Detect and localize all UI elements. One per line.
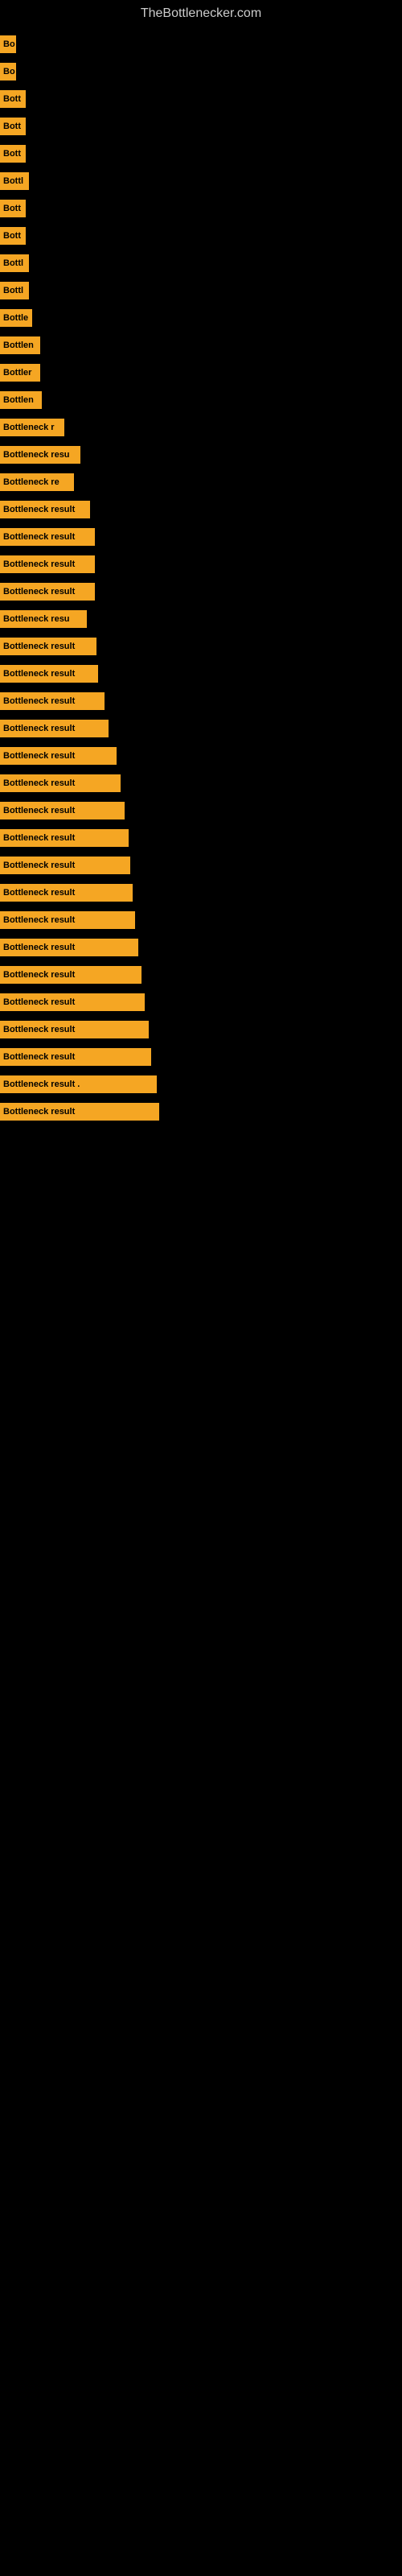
bar-label: Bottleneck result — [0, 802, 125, 819]
bar-label: Bottleneck r — [0, 419, 64, 436]
bar-row: Bottleneck r — [0, 414, 402, 441]
bar-row: Bottleneck result — [0, 523, 402, 551]
bar-label: Bottleneck result — [0, 857, 130, 874]
bar-label: Bottleneck result — [0, 939, 138, 956]
bar-label: Bottler — [0, 364, 40, 382]
bar-row: Bottler — [0, 359, 402, 386]
bar-row: Bottleneck re — [0, 469, 402, 496]
bar-row: Bottleneck result — [0, 906, 402, 934]
bar-label: Bottleneck result — [0, 829, 129, 847]
bar-label: Bott — [0, 145, 26, 163]
bar-label: Bottleneck result — [0, 1103, 159, 1121]
bar-label: Bottlen — [0, 336, 40, 354]
bar-row: Bottleneck result — [0, 551, 402, 578]
bar-row: Bottleneck result — [0, 797, 402, 824]
bar-label: Bottleneck result — [0, 993, 145, 1011]
bar-row: Bottl — [0, 250, 402, 277]
bar-row: Bottleneck result — [0, 715, 402, 742]
bar-label: Bo — [0, 35, 16, 53]
bar-row: Bottleneck result — [0, 961, 402, 989]
bar-row: Bottleneck result — [0, 989, 402, 1016]
bar-label: Bottleneck result — [0, 555, 95, 573]
bar-row: Bott — [0, 140, 402, 167]
bar-label: Bottleneck result — [0, 638, 96, 655]
bar-label: Bottleneck result — [0, 966, 142, 984]
bar-label: Bottleneck resu — [0, 446, 80, 464]
bar-label: Bottleneck result — [0, 692, 105, 710]
bar-row: Bott — [0, 113, 402, 140]
bar-row: Bottle — [0, 304, 402, 332]
bar-row: Bottleneck result — [0, 633, 402, 660]
bar-row: Bottleneck result — [0, 742, 402, 770]
bar-row: Bottl — [0, 277, 402, 304]
bar-row: Bottleneck result — [0, 1016, 402, 1043]
bar-label: Bottleneck result — [0, 665, 98, 683]
bar-label: Bottleneck result — [0, 911, 135, 929]
bar-label: Bottleneck result — [0, 720, 109, 737]
bar-label: Bott — [0, 200, 26, 217]
bar-label: Bottleneck result — [0, 528, 95, 546]
bar-row: Bottleneck result — [0, 1043, 402, 1071]
bar-label: Bottleneck resu — [0, 610, 87, 628]
bar-row: Bottleneck result — [0, 879, 402, 906]
bar-label: Bottleneck re — [0, 473, 74, 491]
bar-label: Bott — [0, 118, 26, 135]
bar-row: Bottleneck result — [0, 1098, 402, 1125]
bar-label: Bott — [0, 227, 26, 245]
bar-label: Bottleneck result — [0, 747, 117, 765]
bar-label: Bottleneck result — [0, 583, 95, 601]
bar-label: Bottleneck result — [0, 1021, 149, 1038]
bar-row: Bottleneck result . — [0, 1071, 402, 1098]
bar-row: Bottlen — [0, 332, 402, 359]
bar-row: Bottleneck result — [0, 578, 402, 605]
bar-label: Bottl — [0, 172, 29, 190]
bar-label: Bottle — [0, 309, 32, 327]
bar-label: Bottleneck result . — [0, 1075, 157, 1093]
bar-label: Bottl — [0, 254, 29, 272]
bar-label: Bottleneck result — [0, 774, 121, 792]
bar-label: Bottleneck result — [0, 1048, 151, 1066]
bar-label: Bottleneck result — [0, 884, 133, 902]
bar-row: Bott — [0, 222, 402, 250]
bar-label: Bo — [0, 63, 16, 80]
bar-row: Bottleneck result — [0, 687, 402, 715]
bar-label: Bott — [0, 90, 26, 108]
bar-label: Bottleneck result — [0, 501, 90, 518]
bar-row: Bottleneck result — [0, 824, 402, 852]
bar-row: Bottleneck result — [0, 496, 402, 523]
bar-row: Bottlen — [0, 386, 402, 414]
bar-row: Bottleneck result — [0, 852, 402, 879]
bar-row: Bo — [0, 58, 402, 85]
bar-label: Bottlen — [0, 391, 42, 409]
bar-row: Bottleneck result — [0, 934, 402, 961]
bar-row: Bo — [0, 31, 402, 58]
bar-row: Bott — [0, 195, 402, 222]
bar-row: Bott — [0, 85, 402, 113]
site-title: TheBottlenecker.com — [0, 0, 402, 31]
bars-container: Bo Bo Bott Bott Bott Bottl Bott Bott Bottl Bottl B… — [0, 31, 402, 1125]
bar-row: Bottl — [0, 167, 402, 195]
bar-row: Bottleneck resu — [0, 441, 402, 469]
bar-row: Bottleneck result — [0, 660, 402, 687]
bar-label: Bottl — [0, 282, 29, 299]
bar-row: Bottleneck resu — [0, 605, 402, 633]
bar-row: Bottleneck result — [0, 770, 402, 797]
